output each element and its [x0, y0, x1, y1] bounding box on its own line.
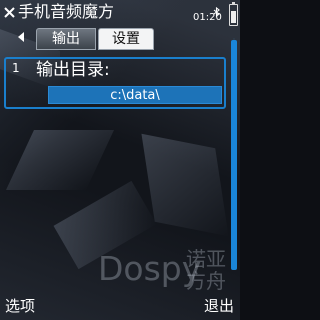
list-item-index: 1: [12, 61, 20, 75]
app-title: 手机音频魔方: [18, 2, 115, 21]
tab-settings[interactable]: 设置: [98, 28, 154, 50]
status-header: 手机音频魔方 01:20: [0, 0, 240, 26]
tab-left-arrow-icon[interactable]: [18, 32, 24, 42]
output-directory-value[interactable]: c:\data\: [48, 86, 222, 104]
exit-softkey[interactable]: 退出: [204, 296, 234, 316]
tab-output[interactable]: 输出: [36, 28, 96, 50]
watermark-cn: 诺亚方舟: [186, 247, 226, 293]
softkey-bar: 选项 退出: [0, 294, 240, 320]
clock: 01:20: [193, 12, 222, 23]
scrollbar[interactable]: [230, 38, 238, 270]
close-icon[interactable]: [3, 4, 17, 20]
scrollbar-thumb[interactable]: [231, 40, 237, 270]
list-item-label: 输出目录:: [36, 60, 110, 80]
bluetooth-icon: [212, 2, 222, 18]
tab-bar: 输出 设置: [0, 27, 240, 50]
wallpaper-shard: [6, 130, 114, 190]
options-softkey[interactable]: 选项: [5, 296, 35, 316]
battery-icon: [229, 2, 238, 26]
